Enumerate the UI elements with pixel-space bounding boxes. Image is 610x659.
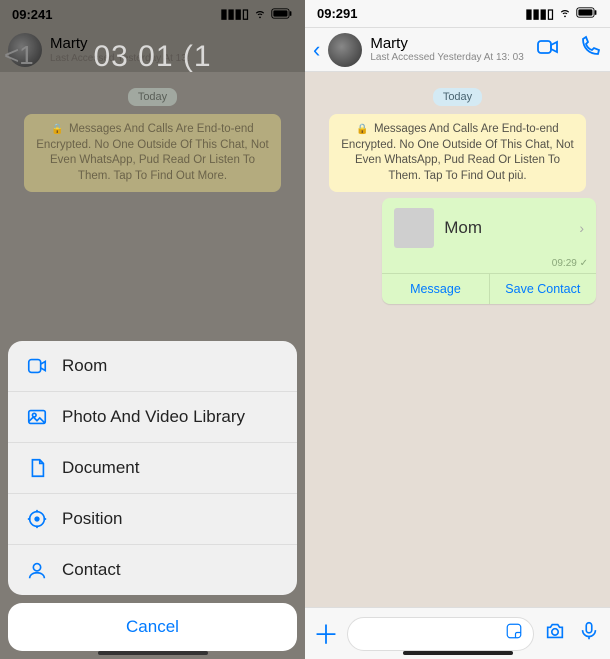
- camera-button[interactable]: [542, 620, 568, 647]
- room-icon: [26, 355, 48, 377]
- contact-card-actions: Message Save Contact: [382, 273, 596, 304]
- screen-chat-contact-shared: 09:291 ▮▮▮▯ ‹ Marty Last Accessed Yester…: [305, 0, 610, 659]
- encryption-banner[interactable]: 🔒 Messages And Calls Are End-to-end Encr…: [24, 114, 281, 192]
- save-contact-button[interactable]: Save Contact: [490, 274, 596, 304]
- status-bar: 09:291 ▮▮▮▯: [305, 0, 610, 28]
- home-indicator[interactable]: [403, 651, 513, 655]
- encryption-text: Messages And Calls Are End-to-end Encryp…: [36, 123, 268, 182]
- contact-avatar[interactable]: [328, 33, 362, 67]
- location-icon: [26, 508, 48, 530]
- date-pill: Today: [433, 88, 482, 106]
- chevron-right-icon: ›: [579, 220, 584, 236]
- tick-icon: ✓: [580, 258, 588, 269]
- encryption-text: Messages And Calls Are End-to-end Encryp…: [341, 123, 573, 182]
- sheet-contact[interactable]: Contact: [8, 545, 297, 595]
- lock-icon: 🔒: [51, 123, 63, 137]
- contact-title-block[interactable]: Marty Last Accessed Yesterday At 13: 03: [370, 36, 528, 64]
- shared-contact-bubble[interactable]: Mom › 09:29 ✓ Message Save Contact: [382, 198, 596, 304]
- home-indicator[interactable]: [98, 651, 208, 655]
- chat-body[interactable]: Today 🔒 Messages And Calls Are End-to-en…: [305, 72, 610, 603]
- sheet-document[interactable]: Document: [8, 443, 297, 494]
- message-meta: 09:29 ✓: [382, 258, 596, 273]
- call-actions: [536, 35, 602, 64]
- battery-icon: [576, 6, 598, 21]
- contact-card-top[interactable]: Mom ›: [382, 198, 596, 258]
- sticker-icon[interactable]: [505, 622, 523, 645]
- status-time: 09:291: [317, 6, 357, 21]
- message-time: 09:29: [552, 258, 577, 269]
- sheet-document-label: Document: [62, 458, 139, 478]
- attach-button[interactable]: ＋: [313, 615, 339, 652]
- video-call-button[interactable]: [536, 35, 560, 64]
- shared-contact-avatar: [394, 208, 434, 248]
- contact-icon: [26, 559, 48, 581]
- status-indicators: ▮▮▮▯: [525, 5, 598, 22]
- screen-attachment-sheet: 09:241 ▮▮▮▯ Marty Last Accessed Yesterda…: [0, 0, 305, 659]
- lock-icon: 🔒: [356, 123, 368, 137]
- contact-name: Marty: [370, 36, 528, 53]
- sheet-cancel-button[interactable]: Cancel: [8, 603, 297, 651]
- encryption-banner[interactable]: 🔒 Messages And Calls Are End-to-end Encr…: [329, 114, 586, 192]
- sheet-position[interactable]: Position: [8, 494, 297, 545]
- shared-contact-name: Mom: [444, 218, 569, 238]
- voice-call-button[interactable]: [578, 35, 602, 64]
- sheet-room[interactable]: Room: [8, 341, 297, 392]
- back-button[interactable]: ‹: [313, 37, 320, 63]
- document-icon: [26, 457, 48, 479]
- sheet-photo-label: Photo And Video Library: [62, 407, 245, 427]
- sheet-room-label: Room: [62, 356, 107, 376]
- signal-icon: ▮▮▮▯: [525, 6, 554, 22]
- photo-icon: [26, 406, 48, 428]
- last-accessed-label: Last Accessed Yesterday At 13: 03: [370, 52, 528, 63]
- message-input[interactable]: [347, 617, 534, 651]
- date-pill: Today: [128, 88, 177, 106]
- message-contact-button[interactable]: Message: [382, 274, 489, 304]
- wifi-icon: [558, 5, 572, 22]
- sheet-contact-label: Contact: [62, 560, 121, 580]
- attachment-action-sheet: Room Photo And Video Library Document Po…: [8, 341, 297, 651]
- sheet-photo-video[interactable]: Photo And Video Library: [8, 392, 297, 443]
- chat-header: ‹ Marty Last Accessed Yesterday At 13: 0…: [305, 28, 610, 72]
- mic-button[interactable]: [576, 620, 602, 647]
- sheet-position-label: Position: [62, 509, 122, 529]
- back-badge: <1: [4, 40, 34, 71]
- sheet-options-group: Room Photo And Video Library Document Po…: [8, 341, 297, 595]
